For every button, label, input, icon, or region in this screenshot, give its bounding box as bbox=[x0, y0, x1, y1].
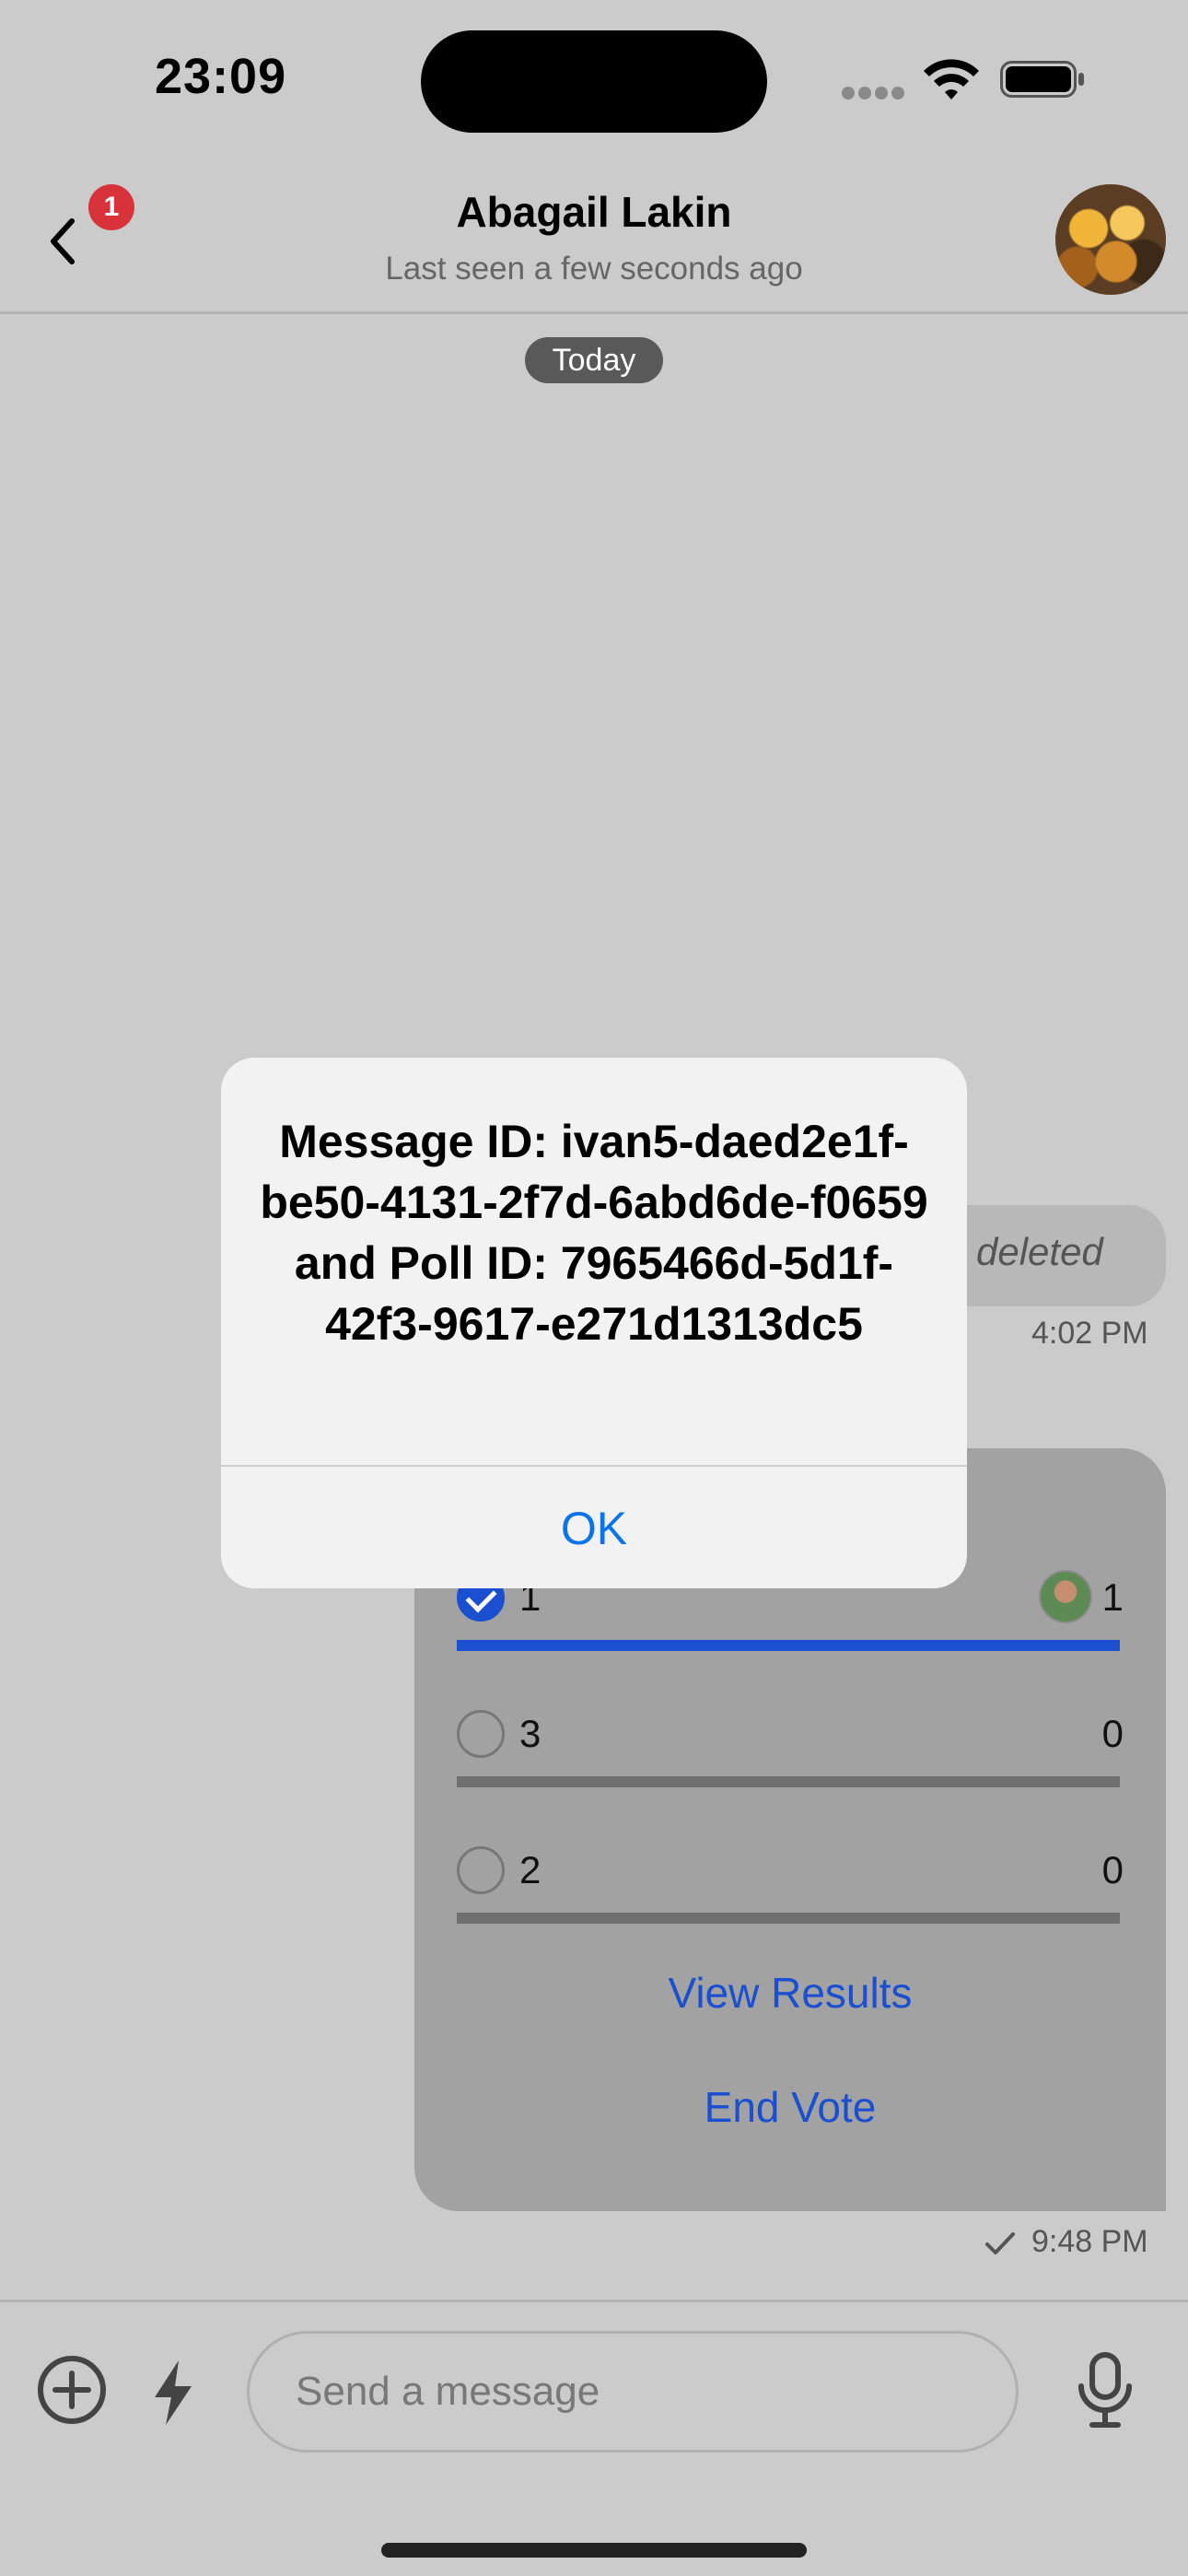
end-vote-button[interactable]: End Vote bbox=[414, 2082, 1166, 2132]
voter-avatar bbox=[1039, 1570, 1092, 1623]
poll-option-progress-bar bbox=[457, 1913, 1120, 1924]
poll-option-progress-bar bbox=[457, 1640, 1120, 1651]
view-results-button[interactable]: View Results bbox=[414, 1968, 1166, 2018]
ok-button[interactable]: OK bbox=[221, 1467, 967, 1588]
message-timestamp: 9:48 PM bbox=[1031, 2224, 1148, 2259]
avatar[interactable] bbox=[1055, 184, 1166, 295]
message-timestamp: 4:02 PM bbox=[1031, 1316, 1148, 1351]
poll-option-label: 3 bbox=[519, 1712, 542, 1755]
home-indicator bbox=[381, 2543, 807, 2558]
wifi-icon bbox=[924, 59, 979, 100]
battery-icon bbox=[1000, 61, 1084, 98]
poll-option-count: 1 bbox=[1101, 1575, 1124, 1619]
alert-dialog: Message ID: ivan5-daed2e1f-be50-4131-2f7… bbox=[221, 1058, 967, 1588]
poll-option[interactable]: 3 0 bbox=[457, 1710, 1124, 1802]
poll-radio-unchecked[interactable] bbox=[457, 1710, 505, 1758]
add-attachment-button[interactable] bbox=[37, 2355, 107, 2425]
cellular-signal-icon bbox=[842, 87, 908, 104]
message-input[interactable] bbox=[247, 2331, 1019, 2453]
chat-title: Abagail Lakin bbox=[456, 188, 732, 236]
dynamic-island bbox=[421, 30, 767, 133]
poll-option-count: 0 bbox=[1101, 1712, 1124, 1755]
poll-radio-unchecked[interactable] bbox=[457, 1846, 505, 1894]
sent-check-icon bbox=[985, 2232, 1015, 2254]
alert-message: Message ID: ivan5-daed2e1f-be50-4131-2f7… bbox=[260, 1116, 928, 1350]
deleted-message-text: deleted bbox=[976, 1230, 1103, 1273]
chat-subtitle: Last seen a few seconds ago bbox=[385, 251, 803, 287]
date-separator: Today bbox=[525, 337, 663, 383]
header-divider bbox=[0, 311, 1188, 314]
status-time: 23:09 bbox=[155, 49, 287, 104]
poll-option-progress-bar bbox=[457, 1776, 1120, 1787]
poll-option-count: 0 bbox=[1101, 1848, 1124, 1891]
poll-option[interactable]: 2 0 bbox=[457, 1846, 1124, 1938]
poll-option-label: 2 bbox=[519, 1848, 542, 1891]
commands-bolt-icon[interactable] bbox=[149, 2359, 197, 2427]
composer-divider bbox=[0, 2300, 1188, 2302]
microphone-icon[interactable] bbox=[1074, 2351, 1136, 2429]
